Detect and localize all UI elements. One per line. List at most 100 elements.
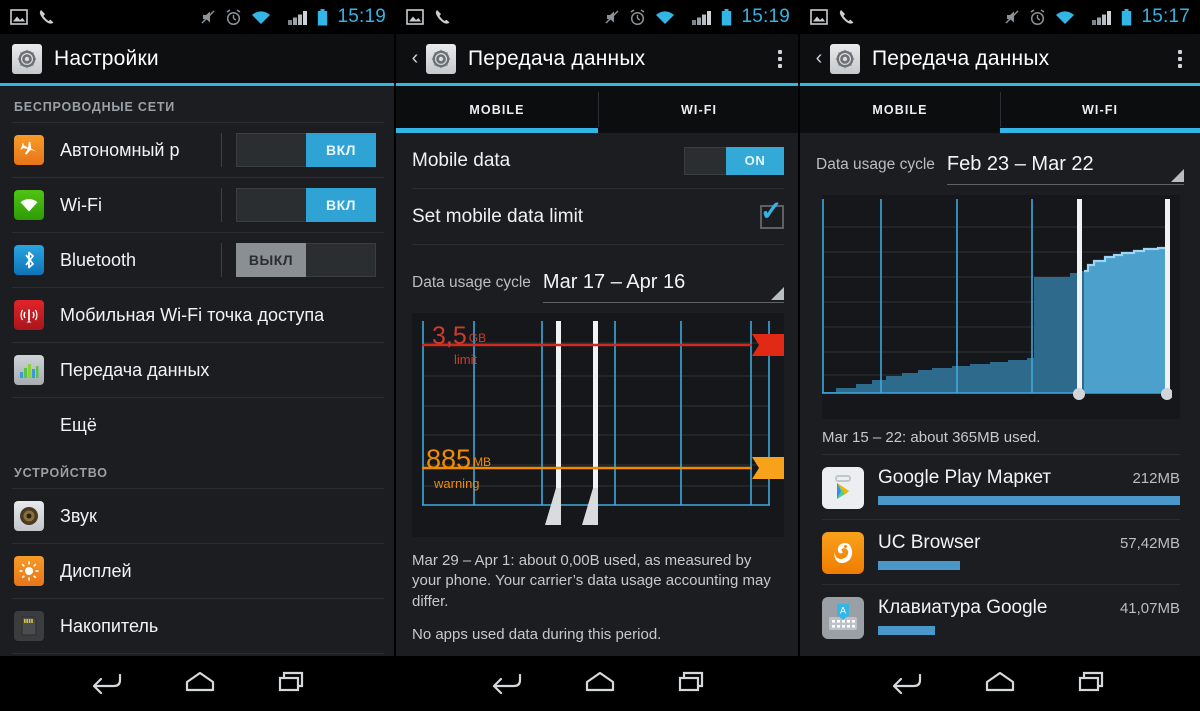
switch-knob-label: ВКЛ: [306, 188, 376, 222]
wifi-settings-body: Data usage cycle Feb 23 – Mar 22: [800, 133, 1200, 185]
mute-icon: [604, 9, 620, 25]
app-usage-bar-track: [878, 561, 1180, 570]
switch-knob-label: ВЫКЛ: [236, 243, 306, 277]
mobile-data-label: Mobile data: [412, 149, 511, 171]
cycle-value: Mar 17 – Apr 16: [542, 271, 686, 293]
panel-divider: [798, 0, 800, 656]
overflow-menu-icon[interactable]: [1172, 46, 1188, 72]
status-time-right: 15:17: [1141, 6, 1190, 27]
tab-bar-mid: MOBILE WI-FI: [396, 86, 800, 133]
sidebar-item-label: Wi-Fi: [60, 194, 102, 215]
app-info: Google Play Маркет 212MB: [878, 467, 1180, 505]
dropdown-caret-icon: [1171, 169, 1184, 182]
battery-icon: [1121, 8, 1132, 26]
overflow-menu-icon[interactable]: [772, 46, 788, 72]
app-size: 41,07MB: [1119, 600, 1180, 617]
wifi-switch-container[interactable]: ВКЛ: [221, 178, 396, 232]
sidebar-item-label: Bluetooth: [60, 249, 137, 270]
wifi-usage-chart[interactable]: [822, 195, 1180, 419]
back-icon[interactable]: [486, 666, 528, 701]
settings-panel: 15:19 Настройки БЕСПРОВОДНЫЕ СЕТИ Автоно…: [0, 0, 396, 656]
recents-icon[interactable]: [672, 666, 714, 701]
set-data-limit-row[interactable]: Set mobile data limit ✓: [412, 189, 784, 245]
limit-value: 3,5: [432, 322, 467, 350]
bluetooth-switch-container[interactable]: ВЫКЛ: [221, 233, 396, 287]
sidebar-item-label: Автономный р: [60, 139, 180, 160]
app-name: Клавиатура Google: [878, 597, 1048, 618]
app-name-line: Google Play Маркет 212MB: [878, 467, 1180, 489]
wifi-green-icon: [14, 190, 44, 220]
navigation-bar: [0, 656, 1200, 711]
back-icon[interactable]: [886, 666, 928, 701]
set-data-limit-checkbox[interactable]: ✓: [760, 197, 784, 229]
display-icon: [14, 556, 44, 586]
divider: [221, 133, 222, 167]
tab-wifi[interactable]: WI-FI: [598, 86, 800, 133]
mobile-data-usage-panel: 15:19 ‹ Передача данных MOBILE WI-FI Mob…: [396, 0, 800, 656]
tab-wifi[interactable]: WI-FI: [1000, 86, 1200, 133]
sidebar-item-wifi[interactable]: Wi-Fi ВКЛ: [0, 178, 396, 232]
home-icon[interactable]: [579, 666, 621, 701]
back-chevron-icon[interactable]: ‹: [408, 47, 422, 70]
page-title: Передача данных: [872, 46, 1050, 70]
switch-knob-label: ВКЛ: [306, 133, 376, 167]
dropdown-caret-icon: [771, 287, 784, 300]
status-bar-left: 15:19: [0, 0, 396, 34]
sidebar-item-hotspot[interactable]: Мобильная Wi-Fi точка доступа: [0, 288, 396, 342]
check-icon: ✓: [760, 195, 783, 226]
wifi-switch[interactable]: ВКЛ: [236, 188, 376, 222]
wifi-data-usage-panel: 15:17 ‹ Передача данных MOBILE WI-FI Dat…: [800, 0, 1200, 656]
sidebar-item-label: Звук: [60, 505, 97, 526]
list-item[interactable]: UC Browser 57,42MB: [822, 519, 1180, 584]
tab-mobile[interactable]: MOBILE: [396, 86, 598, 133]
airplane-switch-container[interactable]: ВКЛ: [221, 123, 396, 177]
airplane-switch[interactable]: ВКЛ: [236, 133, 376, 167]
tab-mobile[interactable]: MOBILE: [800, 86, 1000, 133]
tab-label: WI-FI: [1081, 102, 1119, 117]
mute-icon: [1004, 9, 1020, 25]
sidebar-item-bluetooth[interactable]: Bluetooth ВЫКЛ: [0, 233, 396, 287]
back-chevron-icon[interactable]: ‹: [812, 47, 826, 70]
recents-icon[interactable]: [1072, 666, 1114, 701]
sidebar-item-label: Передача данных: [60, 359, 210, 380]
sidebar-item-data-usage[interactable]: Передача данных: [0, 343, 396, 397]
sidebar-item-display[interactable]: Дисплей: [0, 544, 396, 598]
cycle-spinner[interactable]: Feb 23 – Mar 22: [946, 153, 1184, 185]
list-item[interactable]: Google Play Маркет 212MB: [822, 454, 1180, 519]
sidebar-item-airplane[interactable]: Автономный р ВКЛ: [0, 123, 396, 177]
mobile-data-row[interactable]: Mobile data ON: [412, 133, 784, 189]
alarm-icon: [1029, 8, 1046, 26]
warning-unit: MB: [473, 455, 492, 469]
hotspot-icon: [14, 300, 44, 330]
status-time-left: 15:19: [337, 6, 386, 27]
mobile-usage-chart[interactable]: 3,5 GB limit 885 MB warning: [412, 313, 784, 537]
home-icon[interactable]: [979, 666, 1021, 701]
list-item[interactable]: A Клавиатура Google 41,07MB: [822, 584, 1180, 649]
usage-note-primary: Mar 29 – Apr 1: about 0,00B used, as mea…: [412, 552, 771, 610]
toggle-knob-label: ON: [726, 146, 784, 175]
sidebar-item-storage[interactable]: Накопитель: [0, 599, 396, 653]
wifi-chart-area-selected: [1084, 248, 1169, 393]
sidebar-item-label: Дисплей: [60, 560, 132, 581]
wifi-icon: [251, 10, 271, 25]
data-usage-cycle-row[interactable]: Data usage cycle Mar 17 – Apr 16: [412, 245, 784, 303]
divider: [221, 243, 222, 277]
cycle-spinner[interactable]: Mar 17 – Apr 16: [542, 271, 784, 303]
data-usage-cycle-row[interactable]: Data usage cycle Feb 23 – Mar 22: [816, 133, 1184, 185]
sidebar-item-label: Накопитель: [60, 615, 159, 636]
wifi-usage-summary-wrap: Mar 15 – 22: about 365MB used.: [800, 419, 1200, 446]
svg-text:A: A: [840, 606, 846, 616]
home-icon[interactable]: [179, 666, 221, 701]
warning-value: 885: [426, 444, 472, 474]
alarm-icon: [225, 8, 242, 26]
sidebar-item-more[interactable]: Ещё: [0, 398, 396, 452]
signal-icon: [288, 10, 308, 25]
sidebar-item-sound[interactable]: Звук: [0, 489, 396, 543]
settings-action-bar: Настройки: [0, 34, 396, 86]
mobile-data-toggle[interactable]: ON: [684, 146, 784, 175]
back-icon[interactable]: [86, 666, 128, 701]
recents-icon[interactable]: [272, 666, 314, 701]
tab-label: MOBILE: [469, 102, 525, 117]
app-name-line: UC Browser 57,42MB: [878, 532, 1180, 554]
bluetooth-switch[interactable]: ВЫКЛ: [236, 243, 376, 277]
